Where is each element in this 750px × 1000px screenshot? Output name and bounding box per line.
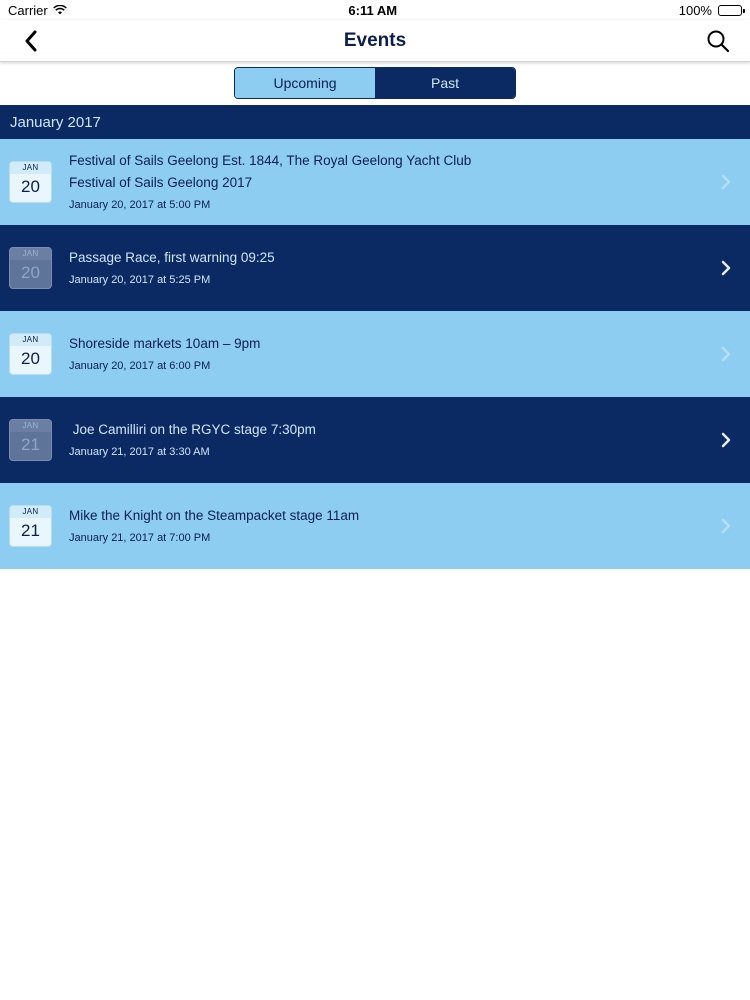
event-row[interactable]: JAN 20 Passage Race, first warning 09:25…	[0, 225, 750, 311]
chevron-right-icon	[720, 346, 732, 362]
battery-percent: 100%	[678, 2, 712, 18]
event-text: Shoreside markets 10am – 9pm January 20,…	[69, 311, 700, 397]
chevron-right-icon	[720, 432, 732, 448]
tab-upcoming[interactable]: Upcoming	[235, 68, 375, 98]
event-title: Shoreside markets 10am – 9pm	[69, 335, 261, 351]
calendar-icon: JAN 20	[9, 161, 52, 203]
event-text: Festival of Sails Geelong Est. 1844, The…	[69, 139, 700, 225]
calendar-icon: JAN 20	[9, 333, 52, 375]
event-row[interactable]: JAN 21 Joe Camilliri on the RGYC stage 7…	[0, 397, 750, 483]
back-button[interactable]	[18, 28, 44, 54]
event-subtitle: Festival of Sails Geelong 2017	[69, 174, 253, 190]
event-time: January 21, 2017 at 3:30 AM	[69, 445, 210, 458]
chevron-right-icon	[720, 174, 732, 190]
segmented-control-container: Upcoming Past	[0, 62, 750, 104]
calendar-month: JAN	[10, 162, 51, 174]
search-icon	[707, 30, 730, 53]
event-row[interactable]: JAN 21 Mike the Knight on the Steampacke…	[0, 483, 750, 569]
calendar-day: 20	[21, 349, 40, 368]
chevron-right-icon	[720, 518, 732, 534]
calendar-day: 21	[21, 435, 40, 454]
status-bar: Carrier 6:11 AM 100%	[0, 0, 750, 20]
battery-icon	[717, 4, 745, 16]
calendar-icon: JAN 21	[9, 505, 52, 547]
status-left: Carrier	[8, 3, 67, 18]
calendar-month: JAN	[10, 248, 51, 260]
status-time: 6:11 AM	[348, 2, 398, 18]
event-time: January 21, 2017 at 7:00 PM	[69, 531, 211, 544]
nav-bar: Events	[0, 20, 750, 62]
calendar-month: JAN	[10, 334, 51, 346]
search-button[interactable]	[704, 27, 732, 55]
page-title: Events	[343, 29, 407, 51]
event-time: January 20, 2017 at 6:00 PM	[69, 359, 211, 372]
event-title: Passage Race, first warning 09:25	[69, 249, 275, 265]
event-title: Mike the Knight on the Steampacket stage…	[69, 507, 360, 523]
calendar-icon: JAN 21	[9, 419, 52, 461]
calendar-day: 21	[21, 521, 40, 540]
event-time: January 20, 2017 at 5:25 PM	[69, 273, 211, 286]
wifi-icon	[52, 3, 67, 18]
section-header: January 2017	[0, 105, 750, 139]
event-title: Festival of Sails Geelong Est. 1844, The…	[69, 152, 472, 168]
event-text: Mike the Knight on the Steampacket stage…	[69, 483, 700, 569]
calendar-month: JAN	[10, 506, 51, 518]
chevron-left-icon	[25, 30, 37, 52]
event-title: Joe Camilliri on the RGYC stage 7:30pm	[69, 421, 316, 437]
calendar-day: 20	[21, 177, 40, 196]
chevron-right-icon	[720, 260, 732, 276]
calendar-icon: JAN 20	[9, 247, 52, 289]
calendar-month: JAN	[10, 420, 51, 432]
segmented-control: Upcoming Past	[234, 67, 516, 99]
event-text: Passage Race, first warning 09:25 Januar…	[69, 225, 700, 311]
carrier-label: Carrier	[8, 2, 48, 18]
event-row[interactable]: JAN 20 Festival of Sails Geelong Est. 18…	[0, 139, 750, 225]
event-time: January 20, 2017 at 5:00 PM	[69, 198, 211, 211]
tab-past[interactable]: Past	[375, 68, 515, 98]
status-right: 100%	[678, 2, 745, 18]
event-text: Joe Camilliri on the RGYC stage 7:30pm J…	[69, 397, 700, 483]
calendar-day: 20	[21, 263, 40, 282]
event-row[interactable]: JAN 20 Shoreside markets 10am – 9pm Janu…	[0, 311, 750, 397]
